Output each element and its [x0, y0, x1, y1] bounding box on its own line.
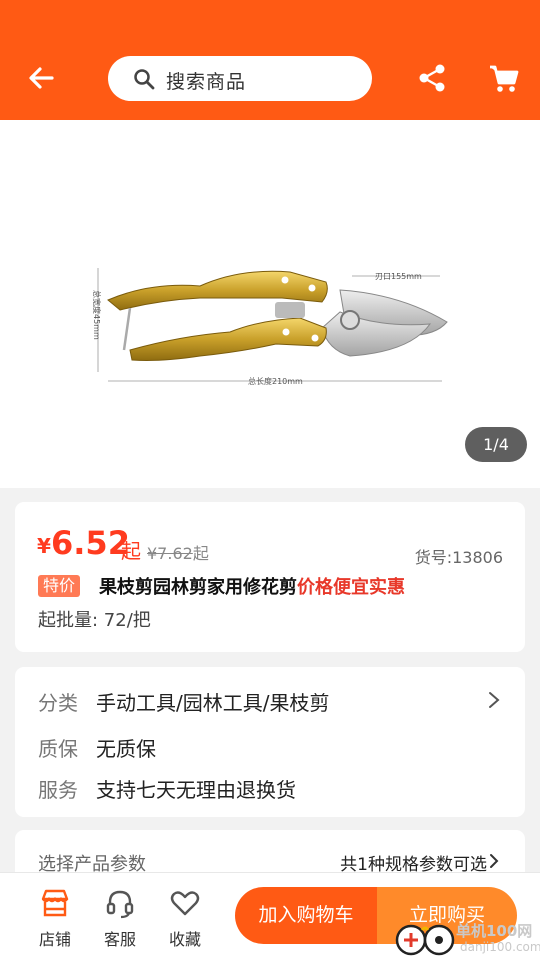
product-title-main: 果枝剪园林剪家用修花剪: [99, 577, 297, 598]
original-price: ¥7.62起: [147, 540, 209, 564]
price-value: 6.52: [51, 524, 130, 562]
original-price-suffix: 起: [192, 544, 209, 563]
shopping-cart-icon[interactable]: [489, 64, 519, 94]
share-icon[interactable]: [418, 63, 446, 93]
customer-service-label: 客服: [103, 930, 136, 949]
category-row[interactable]: 分类 手动工具/园林工具/果枝剪: [38, 687, 329, 716]
watermark-logo-icon: [395, 924, 455, 956]
site-watermark: 单机100网 danji100.com: [394, 918, 540, 960]
service-label: 服务: [38, 778, 78, 802]
chevron-right-icon[interactable]: [487, 691, 501, 709]
headset-icon: [106, 890, 134, 919]
search-icon: [134, 69, 155, 90]
customer-service-button[interactable]: 客服: [93, 887, 147, 950]
store-button[interactable]: 店铺: [28, 887, 82, 950]
warranty-row: 质保 无质保: [38, 733, 156, 762]
special-offer-badge: 特价: [38, 575, 81, 597]
add-to-cart-button[interactable]: 加入购物车: [235, 887, 377, 944]
product-gallery[interactable]: 刃口155mm 总长度210mm 总宽度45mm: [0, 120, 540, 488]
search-placeholder: 搜索商品: [166, 71, 247, 93]
warranty-value: 无质保: [96, 737, 156, 761]
category-value: 手动工具/园林工具/果枝剪: [96, 691, 330, 715]
sku-number: 货号:13806: [414, 548, 503, 567]
product-info-card: 分类 手动工具/园林工具/果枝剪 质保 无质保 服务 支持七天无理由退换货: [15, 667, 525, 817]
service-row: 服务 支持七天无理由退换货: [38, 774, 296, 803]
arrow-left-icon[interactable]: [22, 58, 62, 98]
pruning-shears-image: 刃口155mm 总长度210mm 总宽度45mm: [92, 268, 448, 386]
price-symbol: ¥: [37, 534, 51, 558]
favorite-label: 收藏: [168, 930, 201, 949]
watermark-url: danji100.com: [460, 940, 540, 954]
favorite-button[interactable]: 收藏: [158, 887, 212, 950]
warranty-label: 质保: [38, 737, 78, 761]
product-title-highlight: 价格便宜实惠: [297, 577, 405, 598]
heart-icon: [170, 891, 200, 916]
minimum-order-quantity: 起批量: 72/把: [38, 610, 151, 631]
product-title: 果枝剪园林剪家用修花剪价格便宜实惠: [99, 573, 405, 599]
total-width-label: 总宽度45mm: [92, 290, 102, 340]
store-label: 店铺: [38, 930, 71, 949]
price-card: ¥ 6.52 起 ¥7.62起 货号:13806 特价 果枝剪园林剪家用修花剪价…: [15, 502, 525, 652]
price-suffix: 起: [121, 539, 141, 563]
watermark-brand: 单机100网: [456, 922, 533, 940]
total-length-label: 总长度210mm: [248, 376, 303, 386]
top-bar: 搜索商品: [0, 0, 540, 120]
category-label: 分类: [38, 691, 78, 715]
blade-length-label: 刃口155mm: [375, 272, 422, 281]
search-input[interactable]: 搜索商品: [108, 56, 372, 101]
service-value: 支持七天无理由退换货: [96, 778, 296, 802]
original-price-value: ¥7.62: [147, 544, 193, 563]
chevron-right-icon: [490, 854, 499, 868]
gallery-pager: 1/4: [465, 427, 527, 462]
store-icon: [41, 889, 69, 917]
